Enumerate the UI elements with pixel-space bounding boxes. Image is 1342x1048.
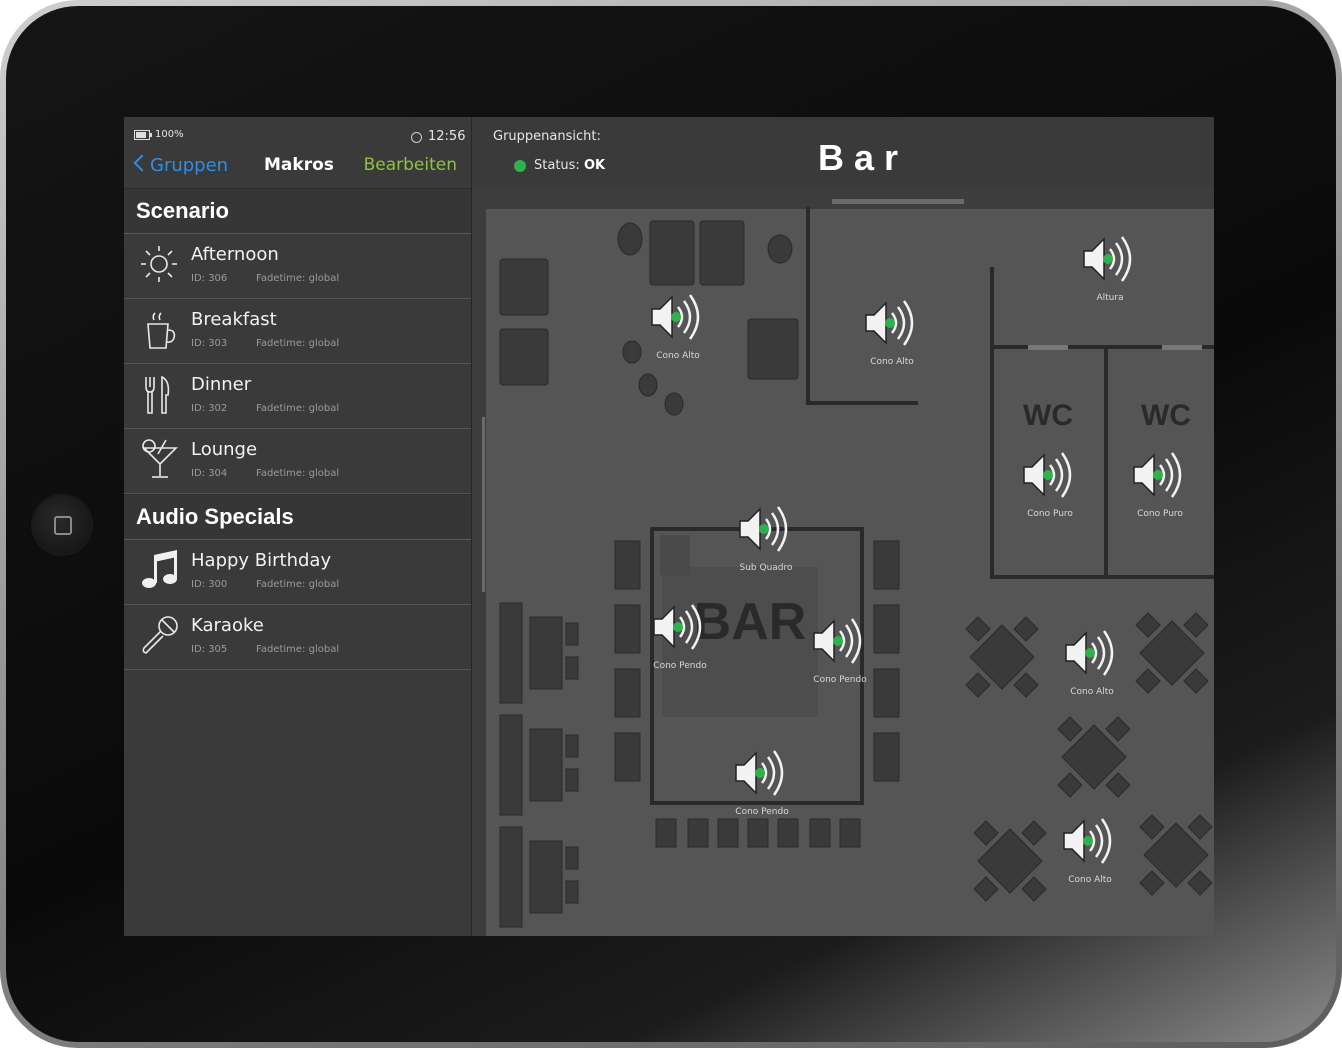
item-id: ID: 304 <box>191 468 228 479</box>
home-button[interactable] <box>33 496 91 554</box>
speaker-label: Cono Alto <box>656 351 700 361</box>
list-item[interactable]: Happy Birthday ID: 300 Fadetime: global <box>124 539 471 605</box>
chevron-left-icon <box>133 154 151 172</box>
item-name: Breakfast <box>191 309 277 330</box>
status-bar: 100% 12:56 <box>134 129 466 144</box>
item-name: Happy Birthday <box>191 550 332 571</box>
item-name: Dinner <box>191 374 252 395</box>
status-value: OK <box>584 158 606 173</box>
back-label: Gruppen <box>150 155 229 176</box>
page-title: Bar <box>818 137 909 178</box>
tablet-frame: 100% 12:56 Gruppen Makros Bearbeiten Sce… <box>0 0 1342 1048</box>
status-label: Status: <box>534 158 580 173</box>
section-title: Scenario <box>136 198 229 223</box>
edit-button[interactable]: Bearbeiten <box>364 155 457 175</box>
coffee-cup-icon <box>147 312 176 349</box>
speaker-label: Cono Puro <box>1027 509 1073 519</box>
screen: 100% 12:56 Gruppen Makros Bearbeiten Sce… <box>124 117 1214 936</box>
room-label-bar: BAR <box>694 593 807 651</box>
speaker-label: Cono Pendo <box>735 807 789 817</box>
sun-icon <box>141 246 177 282</box>
item-fadetime: Fadetime: global <box>256 468 340 479</box>
item-name: Karaoke <box>191 615 264 636</box>
music-note-icon <box>142 550 177 588</box>
item-id: ID: 305 <box>191 644 228 655</box>
speaker-label: Cono Alto <box>870 357 914 367</box>
speaker-label: Cono Pendo <box>813 675 867 685</box>
item-fadetime: Fadetime: global <box>256 579 340 590</box>
room-label-wc: WC <box>1141 399 1191 432</box>
microphone-icon <box>142 616 178 654</box>
section-header-scenario: Scenario <box>124 188 471 234</box>
list-item[interactable]: Karaoke ID: 305 Fadetime: global <box>124 604 471 670</box>
back-button[interactable]: Gruppen <box>133 154 229 176</box>
nav-bar: Gruppen Makros Bearbeiten <box>124 153 471 179</box>
item-fadetime: Fadetime: global <box>256 338 340 349</box>
group-label: Gruppenansicht: <box>493 129 601 144</box>
item-name: Lounge <box>191 439 258 460</box>
macro-panel: 100% 12:56 Gruppen Makros Bearbeiten Sce… <box>124 117 472 936</box>
floor-plan: WC WC BAR Cono Alto Cono Alto Altura Cono P… <box>472 187 1214 936</box>
status-indicator <box>514 160 526 172</box>
speaker-label: Cono Puro <box>1137 509 1183 519</box>
list-item[interactable]: Lounge ID: 304 Fadetime: global <box>124 428 471 494</box>
item-name: Afternoon <box>191 244 279 265</box>
battery-icon <box>134 130 152 140</box>
clock-icon <box>411 132 422 143</box>
speaker-label: Cono Alto <box>1070 687 1114 697</box>
item-id: ID: 303 <box>191 338 228 349</box>
room-label-wc: WC <box>1023 399 1073 432</box>
list-item[interactable]: Afternoon ID: 306 Fadetime: global <box>124 233 471 299</box>
nav-title: Makros <box>264 155 334 175</box>
item-id: ID: 306 <box>191 273 228 284</box>
section-title: Audio Specials <box>136 504 294 529</box>
item-fadetime: Fadetime: global <box>256 273 340 284</box>
section-header-audio-specials: Audio Specials <box>124 494 471 540</box>
speaker-label: Sub Quadro <box>739 563 793 573</box>
item-id: ID: 302 <box>191 403 228 414</box>
group-header: Gruppenansicht: Status: OK Bar <box>472 117 1214 187</box>
list-item[interactable]: Dinner ID: 302 Fadetime: global <box>124 363 471 429</box>
fork-knife-icon <box>145 375 170 414</box>
list-item[interactable]: Breakfast ID: 303 Fadetime: global <box>124 298 471 364</box>
speaker-label: Altura <box>1096 293 1124 303</box>
item-fadetime: Fadetime: global <box>256 403 340 414</box>
item-id: ID: 300 <box>191 579 228 590</box>
item-fadetime: Fadetime: global <box>256 644 340 655</box>
speaker-label: Cono Alto <box>1068 875 1112 885</box>
status-time: 12:56 <box>428 129 466 144</box>
battery-level: 100% <box>155 129 184 140</box>
speaker-label: Cono Pendo <box>653 661 707 671</box>
cocktail-icon <box>142 439 178 478</box>
